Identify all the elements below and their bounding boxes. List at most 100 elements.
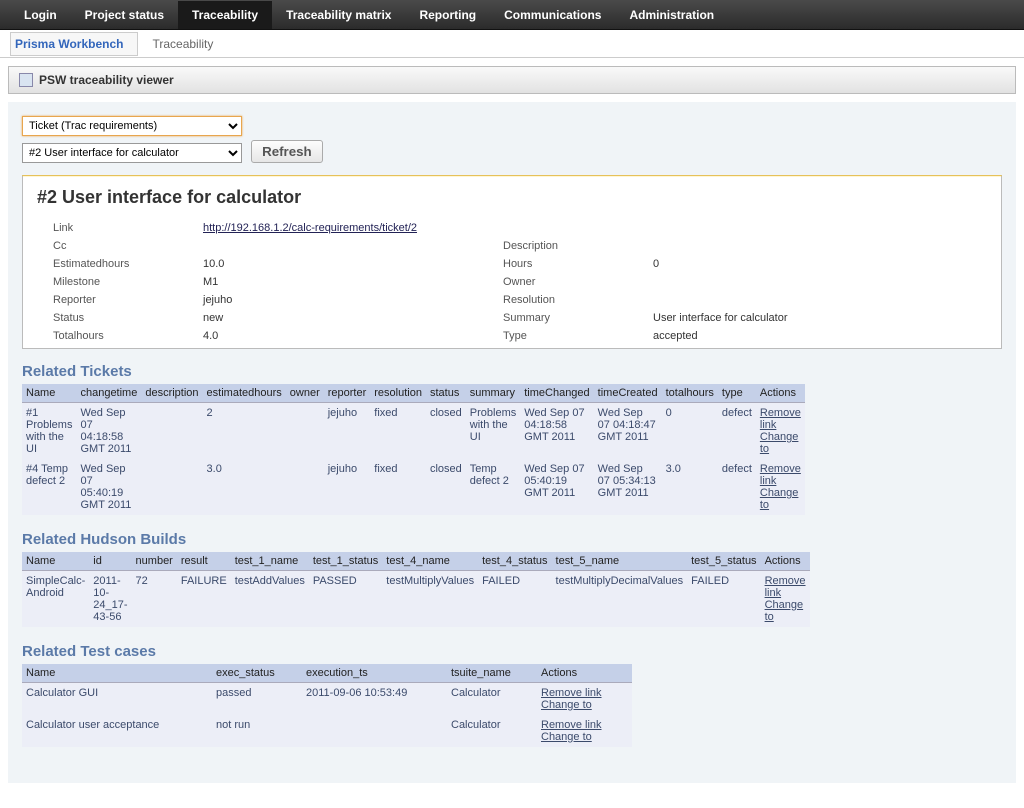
table-row: SimpleCalc-Android 2011-10-24_17-43-56 7…	[22, 571, 810, 628]
th-actions: Actions	[756, 384, 805, 403]
th-exec-status: exec_status	[212, 664, 302, 683]
cell-timechanged: Wed Sep 07 04:18:58 GMT 2011	[520, 403, 593, 460]
related-tests-heading: Related Test cases	[22, 643, 1002, 660]
cell-resolution: fixed	[370, 459, 426, 515]
cell-actions: Remove link Change to	[537, 715, 632, 747]
th-reporter: reporter	[324, 384, 371, 403]
change-to-link[interactable]: Change to	[760, 431, 801, 455]
th-totalhours: totalhours	[662, 384, 718, 403]
summary-value: User interface for calculator	[653, 312, 987, 324]
table-row: #4 Temp defect 2 Wed Sep 07 05:40:19 GMT…	[22, 459, 805, 515]
nav-administration[interactable]: Administration	[615, 1, 728, 29]
th-test1-name: test_1_name	[231, 552, 309, 571]
th-timechanged: timeChanged	[520, 384, 593, 403]
type-label: Type	[503, 330, 613, 342]
cell-result: FAILURE	[177, 571, 231, 628]
th-test4-status: test_4_status	[478, 552, 551, 571]
resolution-value	[653, 294, 987, 306]
cell-actions: Remove link Change to	[756, 403, 805, 460]
ticket-title: #2 User interface for calculator	[37, 187, 987, 208]
cell-totalhours: 3.0	[662, 459, 718, 515]
panel-icon	[19, 73, 33, 87]
type-select[interactable]: Ticket (Trac requirements)	[22, 116, 242, 136]
cell-execution-ts	[302, 715, 447, 747]
cell-estimatedhours: 2	[203, 403, 286, 460]
link-label: Link	[53, 222, 163, 234]
remove-link[interactable]: Remove link	[541, 687, 628, 699]
remove-link[interactable]: Remove link	[760, 463, 801, 487]
cell-actions: Remove link Change to	[756, 459, 805, 515]
panel-title: PSW traceability viewer	[39, 73, 174, 87]
th-execution-ts: execution_ts	[302, 664, 447, 683]
item-select[interactable]: #2 User interface for calculator	[22, 143, 242, 163]
cell-id: 2011-10-24_17-43-56	[89, 571, 131, 628]
change-to-link[interactable]: Change to	[541, 731, 628, 743]
cell-changetime: Wed Sep 07 04:18:58 GMT 2011	[76, 403, 141, 460]
nav-login[interactable]: Login	[10, 1, 71, 29]
cell-name: Calculator GUI	[22, 683, 212, 716]
cell-timecreated: Wed Sep 07 04:18:47 GMT 2011	[594, 403, 662, 460]
resolution-label: Resolution	[503, 294, 613, 306]
refresh-button[interactable]: Refresh	[251, 140, 323, 163]
th-type: type	[718, 384, 756, 403]
th-test5-status: test_5_status	[687, 552, 760, 571]
nav-traceability[interactable]: Traceability	[178, 1, 272, 29]
summary-label: Summary	[503, 312, 613, 324]
breadcrumb-current: Traceability	[138, 37, 213, 51]
panel-header: PSW traceability viewer	[8, 66, 1016, 94]
remove-link[interactable]: Remove link	[765, 575, 806, 599]
cell-summary: Temp defect 2	[466, 459, 520, 515]
controls-row: Ticket (Trac requirements) #2 User inter…	[22, 102, 1002, 175]
cell-t4s: FAILED	[478, 571, 551, 628]
th-number: number	[132, 552, 177, 571]
cell-t4n: testMultiplyValues	[382, 571, 478, 628]
hours-label: Hours	[503, 258, 613, 270]
cell-t5s: FAILED	[687, 571, 760, 628]
related-builds-header-row: Name id number result test_1_name test_1…	[22, 552, 810, 571]
description-value	[653, 240, 987, 252]
th-timecreated: timeCreated	[594, 384, 662, 403]
cell-exec-status: not run	[212, 715, 302, 747]
status-value: new	[203, 312, 463, 324]
cell-exec-status: passed	[212, 683, 302, 716]
cell-status: closed	[426, 403, 466, 460]
cell-number: 72	[132, 571, 177, 628]
th-changetime: changetime	[76, 384, 141, 403]
nav-traceability-matrix[interactable]: Traceability matrix	[272, 1, 405, 29]
table-row: Calculator user acceptance not run Calcu…	[22, 715, 632, 747]
cell-timecreated: Wed Sep 07 05:34:13 GMT 2011	[594, 459, 662, 515]
remove-link[interactable]: Remove link	[760, 407, 801, 431]
th-resolution: resolution	[370, 384, 426, 403]
link-value[interactable]: http://192.168.1.2/calc-requirements/tic…	[203, 222, 987, 234]
related-builds-table: Name id number result test_1_name test_1…	[22, 552, 810, 627]
change-to-link[interactable]: Change to	[765, 599, 806, 623]
cell-description	[141, 459, 202, 515]
table-row: #1 Problems with the UI Wed Sep 07 04:18…	[22, 403, 805, 460]
th-name: Name	[22, 384, 76, 403]
th-description: description	[141, 384, 202, 403]
remove-link[interactable]: Remove link	[541, 719, 628, 731]
totalhours-value: 4.0	[203, 330, 463, 342]
cc-label: Cc	[53, 240, 163, 252]
cell-totalhours: 0	[662, 403, 718, 460]
cell-reporter: jejuho	[324, 459, 371, 515]
change-to-link[interactable]: Change to	[541, 699, 628, 711]
nav-communications[interactable]: Communications	[490, 1, 615, 29]
cell-t1s: PASSED	[309, 571, 382, 628]
breadcrumb-root[interactable]: Prisma Workbench	[10, 32, 138, 56]
description-label: Description	[503, 240, 613, 252]
th-test4-name: test_4_name	[382, 552, 478, 571]
nav-project-status[interactable]: Project status	[71, 1, 178, 29]
cell-tsuite: Calculator	[447, 715, 537, 747]
breadcrumb: Prisma Workbench Traceability	[0, 30, 1024, 58]
th-actions: Actions	[761, 552, 810, 571]
cell-description	[141, 403, 202, 460]
nav-reporting[interactable]: Reporting	[405, 1, 490, 29]
cell-t5n: testMultiplyDecimalValues	[552, 571, 688, 628]
cell-estimatedhours: 3.0	[203, 459, 286, 515]
estimatedhours-label: Estimatedhours	[53, 258, 163, 270]
change-to-link[interactable]: Change to	[760, 487, 801, 511]
th-tsuite-name: tsuite_name	[447, 664, 537, 683]
th-id: id	[89, 552, 131, 571]
cell-name: SimpleCalc-Android	[22, 571, 89, 628]
